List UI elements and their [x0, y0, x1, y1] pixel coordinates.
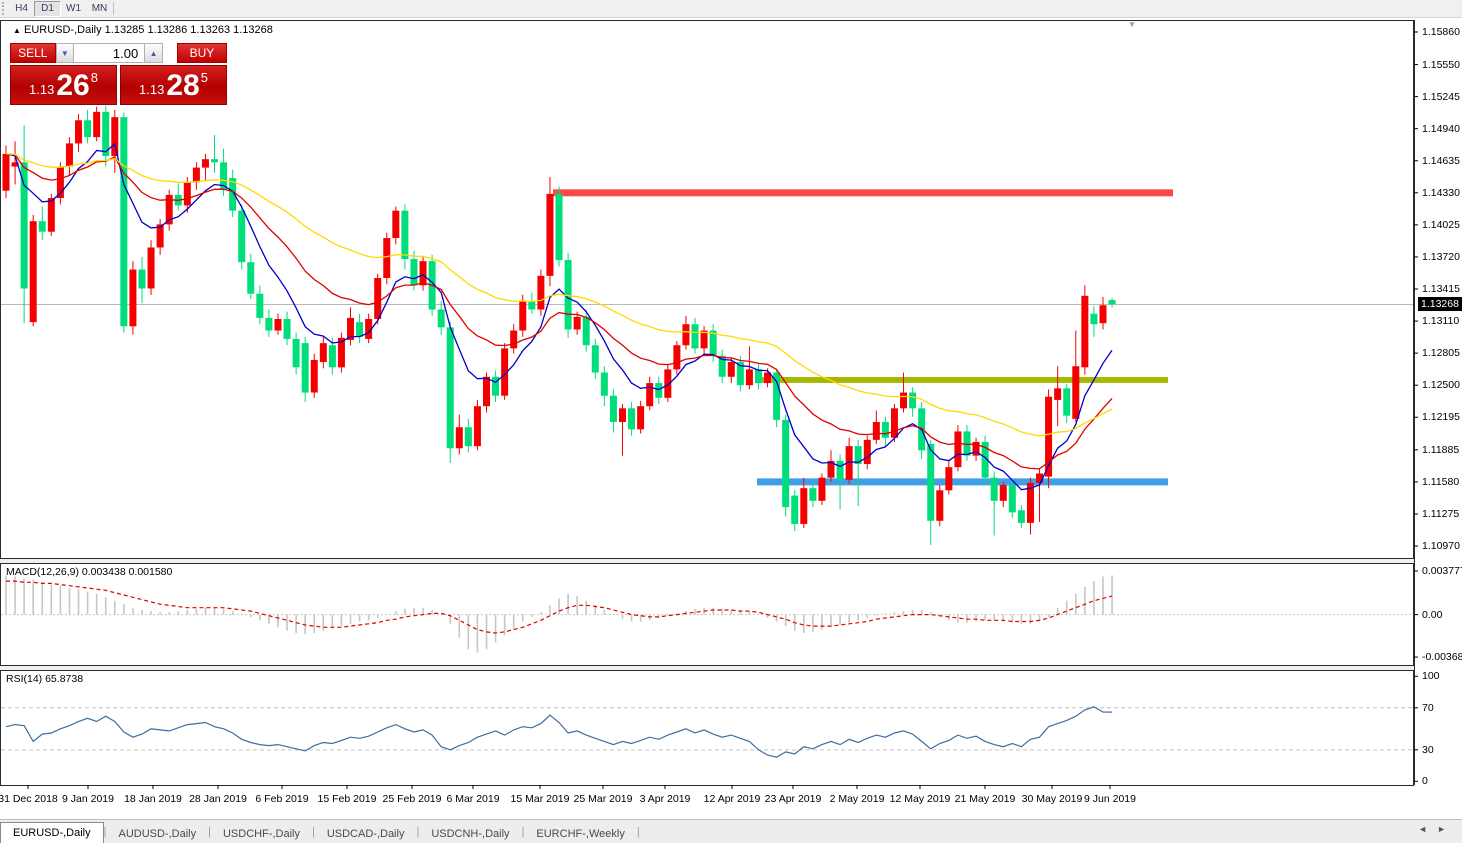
- timeframe-mn-button[interactable]: MN: [86, 1, 113, 17]
- chart-canvas[interactable]: [0, 0, 1462, 843]
- toolbar-grip: [2, 2, 7, 15]
- timeframe-w1-button[interactable]: W1: [60, 1, 87, 17]
- volume-increase-button[interactable]: ▲: [144, 43, 163, 63]
- symbol-tab-usdcad[interactable]: USDCAD-,Daily: [315, 824, 417, 843]
- tab-scroll-arrows[interactable]: ◄►: [1418, 824, 1456, 834]
- macd-indicator-label: MACD(12,26,9) 0.003438 0.001580: [6, 566, 172, 578]
- symbol-tab-audusd[interactable]: AUDUSD-,Daily: [106, 824, 208, 843]
- rsi-indicator-label: RSI(14) 65.8738: [6, 673, 83, 685]
- buy-price-digits: 28: [166, 71, 199, 101]
- buy-button[interactable]: BUY: [177, 43, 227, 63]
- volume-decrease-button[interactable]: ▼: [56, 43, 75, 63]
- timeframe-toolbar: H4 D1 W1 MN: [0, 0, 1462, 18]
- expand-arrow-icon[interactable]: ▲: [13, 26, 21, 35]
- terminal-window: H4 D1 W1 MN 1.158601.155501.152451.14940…: [0, 0, 1462, 843]
- timeframe-d1-button[interactable]: D1: [34, 1, 61, 17]
- tab-scroll-left-icon[interactable]: ◄: [1418, 824, 1437, 834]
- volume-input[interactable]: [74, 43, 144, 63]
- chart-symbol-info: ▲ EURUSD-,Daily 1.13285 1.13286 1.13263 …: [13, 24, 273, 36]
- symbol-tab-eurchf[interactable]: EURCHF-,Weekly: [524, 824, 636, 843]
- chart-tab-bar: EURUSD-,Daily|AUDUSD-,Daily|USDCHF-,Dail…: [0, 819, 1462, 843]
- tab-scroll-right-icon[interactable]: ►: [1437, 824, 1456, 834]
- tab-separator: |: [637, 826, 640, 838]
- toolbar-separator: [113, 2, 114, 15]
- one-click-trading-widget: SELL ▼ ▲ BUY 1.13 26 8 1.13 28 5: [10, 43, 227, 105]
- sell-price-digits: 26: [56, 71, 89, 101]
- sell-price-prefix: 1.13: [29, 79, 54, 101]
- symbol-tab-eurusd[interactable]: EURUSD-,Daily: [0, 822, 104, 843]
- symbol-ohlc-text: EURUSD-,Daily 1.13285 1.13286 1.13263 1.…: [24, 24, 273, 36]
- timeframe-h4-button[interactable]: H4: [8, 1, 35, 17]
- buy-price-pip: 5: [201, 63, 208, 93]
- current-price-badge: 1.13268: [1418, 297, 1462, 311]
- sell-button[interactable]: SELL: [10, 43, 56, 63]
- sell-price-panel[interactable]: 1.13 26 8: [10, 65, 117, 105]
- symbol-tab-usdcnh[interactable]: USDCNH-,Daily: [419, 824, 521, 843]
- chart-shift-marker-icon[interactable]: ▼: [1128, 20, 1136, 29]
- buy-price-prefix: 1.13: [139, 79, 164, 101]
- buy-price-panel[interactable]: 1.13 28 5: [120, 65, 227, 105]
- symbol-tab-usdchf[interactable]: USDCHF-,Daily: [211, 824, 312, 843]
- sell-price-pip: 8: [91, 63, 98, 93]
